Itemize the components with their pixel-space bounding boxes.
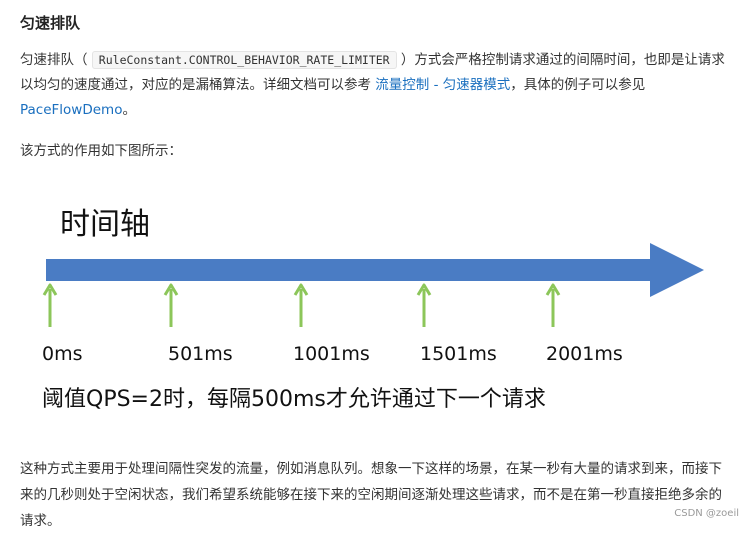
tick-label: 2001ms <box>546 343 623 365</box>
watermark: CSDN @zoeil <box>674 508 739 519</box>
tick-arrow <box>416 283 432 327</box>
timeline-graphic <box>42 243 704 327</box>
intro-text-4: 。 <box>122 102 136 118</box>
rate-limiter-doc-link[interactable]: 流量控制 - 匀速器模式 <box>375 77 510 93</box>
intro-text-3: ，具体的例子可以参见 <box>510 77 646 93</box>
tick-arrow <box>293 283 309 327</box>
usage-paragraph: 这种方式主要用于处理间隔性突发的流量，例如消息队列。想象一下这样的场景，在某一秒… <box>20 461 722 529</box>
time-axis-line <box>46 259 654 281</box>
intro-text-1: 匀速排队（ <box>20 52 92 68</box>
tick-arrow <box>163 283 179 327</box>
tick-arrow <box>545 283 561 327</box>
diagram-caption: 阈值QPS=2时，每隔500ms才允许通过下一个请求 <box>42 387 546 412</box>
section-title: 匀速排队 <box>20 14 81 32</box>
time-axis-arrow <box>46 243 704 297</box>
tick-label: 501ms <box>168 343 233 365</box>
timeline-diagram: 时间轴 0ms 501ms 1001ms 1501ms 2001ms 阈值QPS=2时，… <box>0 185 747 435</box>
intro-paragraph: 匀速排队（ RuleConstant.CONTROL_BEHAVIOR_RATE… <box>20 48 732 123</box>
tick-label: 1501ms <box>420 343 497 365</box>
time-axis-arrowhead <box>650 243 704 297</box>
pace-flow-demo-link[interactable]: PaceFlowDemo <box>20 102 122 118</box>
tick-arrows <box>42 283 561 327</box>
tick-label: 1001ms <box>293 343 370 365</box>
tick-label: 0ms <box>42 343 83 365</box>
inline-code: RuleConstant.CONTROL_BEHAVIOR_RATE_LIMIT… <box>91 51 397 69</box>
tick-arrow <box>42 283 58 327</box>
diagram-intro: 该方式的作用如下图所示： <box>20 143 182 159</box>
